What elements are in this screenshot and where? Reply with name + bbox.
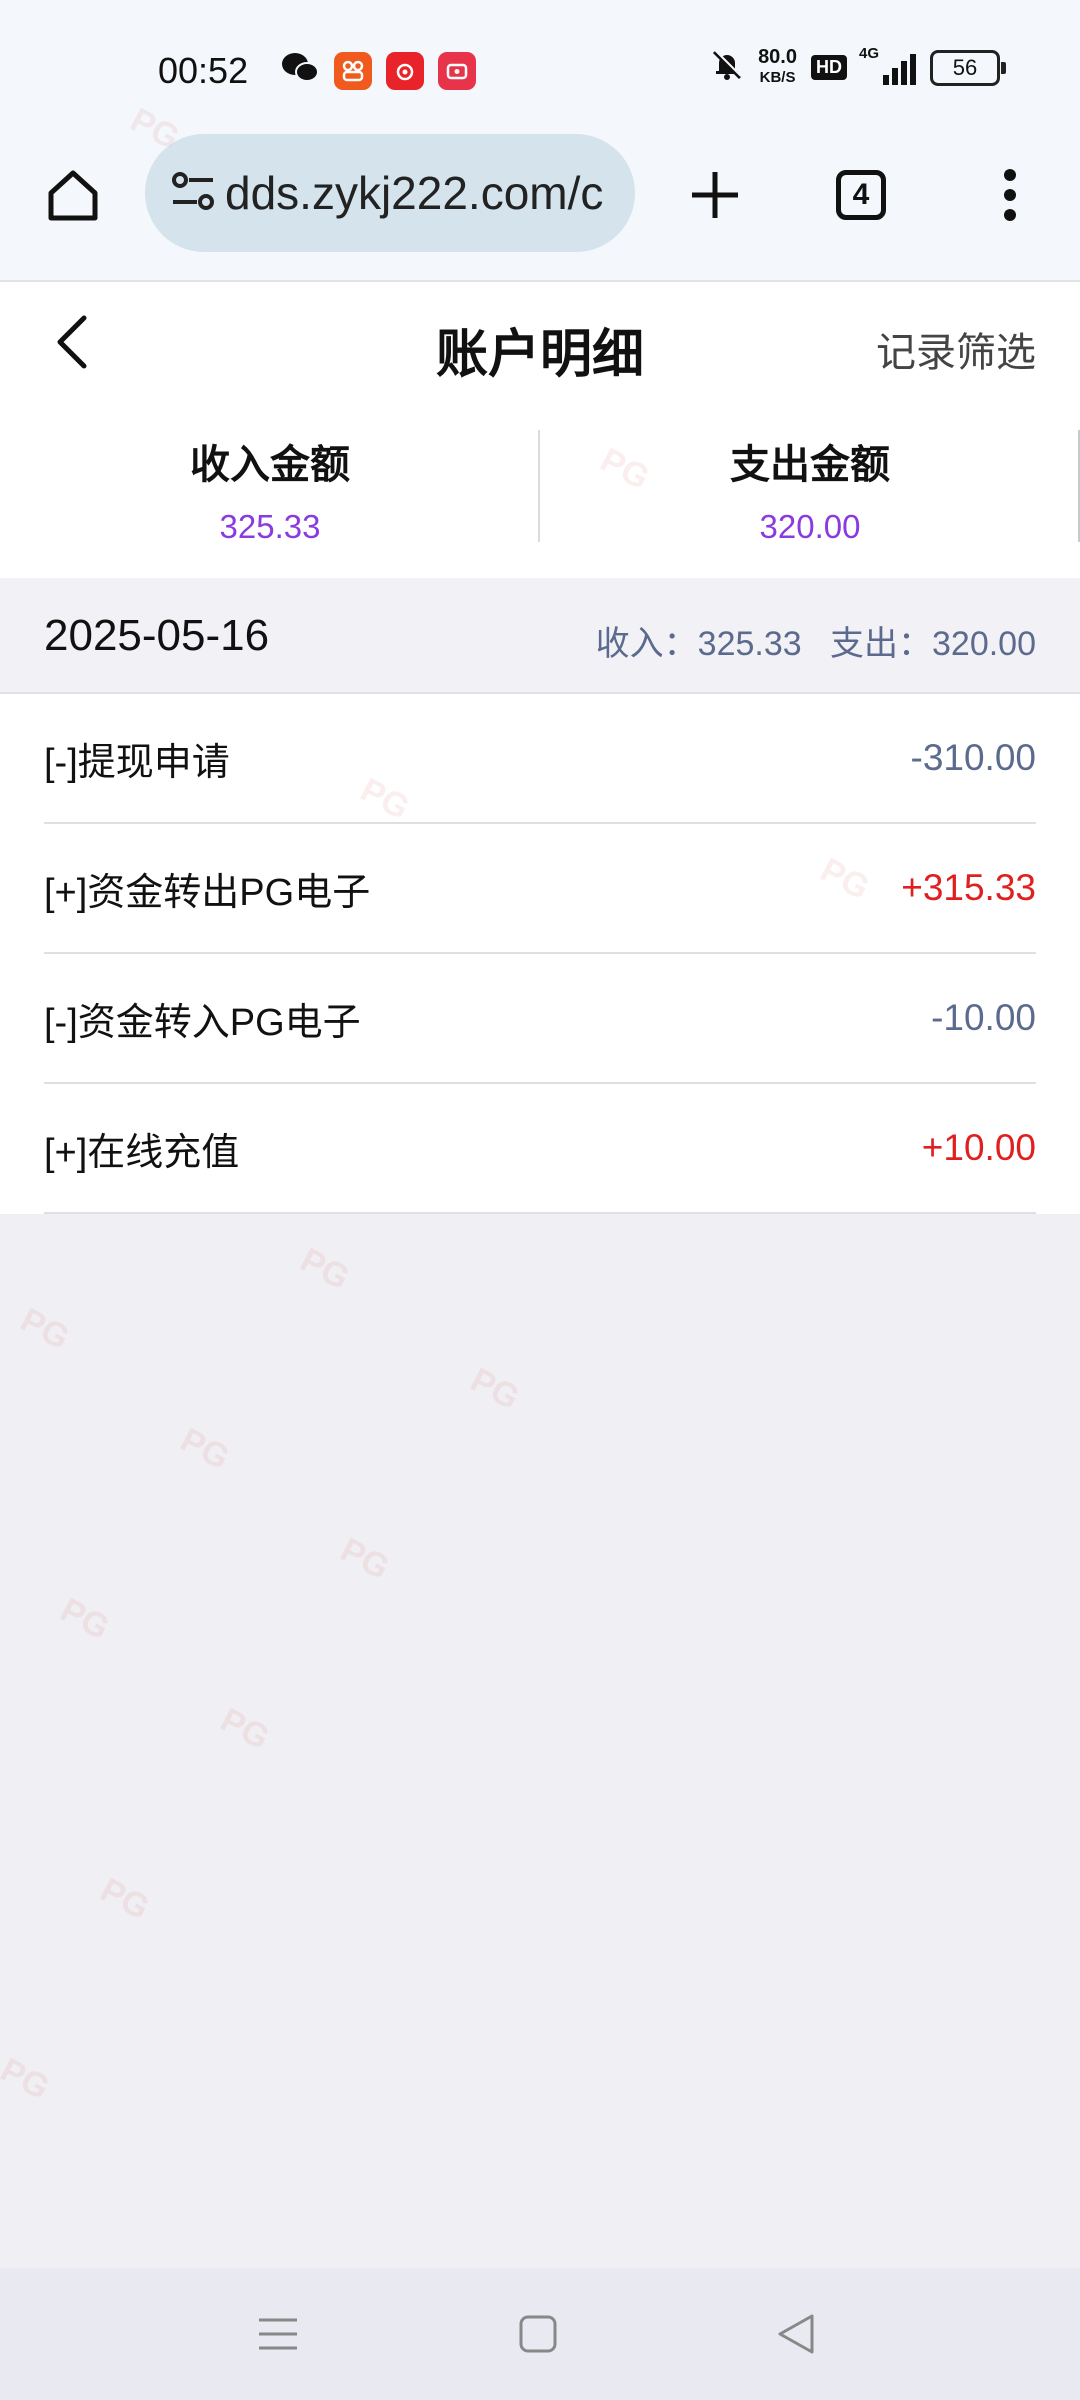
signal-icon: 4G <box>859 45 916 85</box>
url-text[interactable]: dds.zykj222.com/c <box>225 166 603 220</box>
income-value: 325.33 <box>219 508 321 545</box>
transaction-list: [-]提现申请 -310.00 [+]资金转出PG电子 +315.33 [-]资… <box>0 694 1080 1214</box>
notification-icons <box>280 50 476 91</box>
watermark: PG <box>14 1300 76 1358</box>
page-header: 账户明细 记录筛选 <box>0 282 1080 402</box>
transaction-row[interactable]: [-]资金转入PG电子 -10.00 <box>44 954 1036 1084</box>
more-vertical-icon <box>1000 167 1020 228</box>
netease-music-icon <box>386 51 424 90</box>
new-tab-button[interactable] <box>680 162 750 232</box>
watermark: PG <box>294 1240 356 1298</box>
hd-badge: HD <box>811 55 847 80</box>
mute-bell-icon <box>710 48 744 87</box>
net-speed-value: 80.0 <box>758 46 797 68</box>
watermark: PG <box>54 1590 116 1648</box>
net-speed-unit: KB/S <box>759 69 796 86</box>
menu-icon <box>257 2314 299 2359</box>
transaction-row[interactable]: [+]在线充值 +10.00 <box>44 1084 1036 1214</box>
transaction-title: [+]资金转出PG电子 <box>44 871 371 914</box>
watermark: PG <box>174 1420 236 1478</box>
tab-count: 4 <box>852 178 870 211</box>
tune-icon[interactable] <box>167 165 219 222</box>
watermark: PG <box>214 1700 276 1758</box>
plus-icon <box>688 168 742 227</box>
recents-button[interactable] <box>248 2306 308 2366</box>
video-app-icon <box>438 51 476 90</box>
transaction-title: [-]资金转入PG电子 <box>44 1001 361 1044</box>
transaction-amount: -10.00 <box>931 997 1036 1038</box>
square-icon <box>518 2314 558 2359</box>
watermark: PG <box>0 2050 56 2108</box>
home-nav-button[interactable] <box>508 2306 568 2366</box>
battery-indicator: 56 <box>930 49 1006 86</box>
home-icon <box>43 165 103 230</box>
network-type: 4G <box>859 44 880 62</box>
address-bar[interactable]: dds.zykj222.com/c <box>145 134 635 252</box>
transaction-amount: +315.33 <box>901 867 1036 908</box>
expense-value: 320.00 <box>759 508 861 545</box>
system-nav-bar <box>0 2268 1080 2400</box>
expense-label: 支出金额 <box>730 443 890 487</box>
network-speed: 80.0 KB/S <box>758 46 797 87</box>
back-nav-button[interactable] <box>766 2306 826 2366</box>
income-label: 收入金额 <box>190 443 350 487</box>
date-group-header: 2025-05-16 收入：325.33 支出：320.00 <box>0 578 1080 694</box>
tab-switcher-button[interactable]: 4 <box>836 170 886 220</box>
triangle-back-icon <box>776 2312 816 2361</box>
balance-summary: 收入金额 325.33 支出金额 320.00 <box>0 402 1080 578</box>
watermark: PG <box>334 1530 396 1588</box>
transaction-amount: +10.00 <box>921 1127 1036 1168</box>
watermark: PG <box>464 1360 526 1418</box>
home-button[interactable] <box>38 162 108 232</box>
status-time: 00:52 <box>158 50 249 91</box>
expense-summary: 支出金额 320.00 <box>540 402 1080 578</box>
group-summary: 收入：325.33 支出：320.00 <box>595 625 1036 663</box>
transaction-title: [+]在线充值 <box>44 1131 240 1174</box>
group-date: 2025-05-16 <box>44 611 270 660</box>
filter-records-button[interactable]: 记录筛选 <box>876 320 1036 378</box>
transaction-amount: -310.00 <box>910 737 1037 778</box>
browser-toolbar: dds.zykj222.com/c 4 <box>0 134 1080 282</box>
app-icon-orange <box>334 51 372 90</box>
watermark: PG <box>94 1870 156 1928</box>
transaction-row[interactable]: [-]提现申请 -310.00 <box>44 694 1036 824</box>
status-indicators: 80.0 KB/S HD 4G 56 <box>710 45 1006 87</box>
transaction-row[interactable]: [+]资金转出PG电子 +315.33 <box>44 824 1036 954</box>
overflow-menu-button[interactable] <box>985 162 1035 232</box>
status-bar: 00:52 80.0 KB/S HD 4G 56 <box>0 0 1080 140</box>
income-summary: 收入金额 325.33 <box>0 402 540 578</box>
wechat-icon <box>280 50 320 91</box>
transaction-title: [-]提现申请 <box>44 741 230 784</box>
